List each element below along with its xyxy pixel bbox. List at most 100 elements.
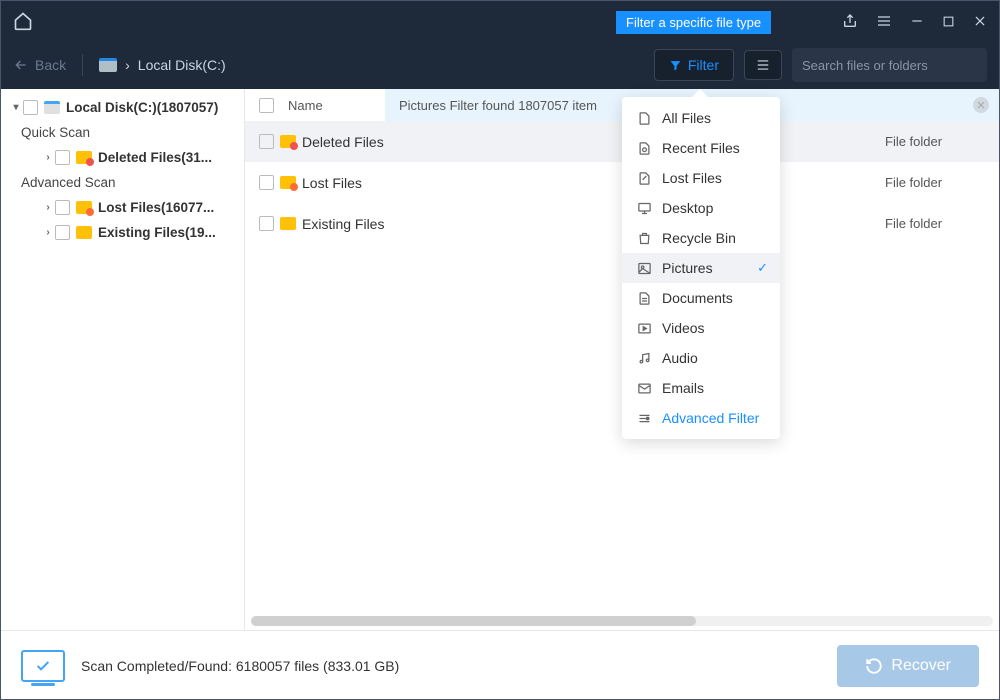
filter-option-all-files[interactable]: All Files bbox=[622, 103, 780, 133]
checkbox[interactable] bbox=[55, 200, 70, 215]
tree-item-existing[interactable]: › Existing Files(19... bbox=[1, 220, 244, 245]
row-name-label: Lost Files bbox=[302, 175, 362, 191]
row-type-label: File folder bbox=[885, 134, 985, 149]
scan-status-text: Scan Completed/Found: 6180057 files (833… bbox=[81, 658, 399, 674]
filter-option-pictures[interactable]: Pictures ✓ bbox=[622, 253, 780, 283]
tree-item-deleted[interactable]: › Deleted Files(31... bbox=[1, 145, 244, 170]
folder-icon bbox=[76, 151, 92, 164]
filter-option-label: Recent Files bbox=[662, 140, 740, 156]
row-type-label: File folder bbox=[885, 175, 985, 190]
checkbox[interactable] bbox=[55, 225, 70, 240]
desktop-icon bbox=[636, 201, 652, 216]
tree-label: Existing Files(19... bbox=[98, 225, 216, 240]
file-icon bbox=[636, 111, 652, 126]
email-icon bbox=[636, 381, 652, 396]
filter-option-audio[interactable]: Audio bbox=[622, 343, 780, 373]
filter-option-label: Lost Files bbox=[662, 170, 722, 186]
disk-icon bbox=[99, 58, 117, 72]
scrollbar-thumb[interactable] bbox=[251, 616, 696, 626]
advanced-filter-link[interactable]: Advanced Filter bbox=[622, 403, 780, 433]
search-input[interactable] bbox=[802, 58, 978, 73]
main-pane: ▾ Local Disk(C:)(1807057) Quick Scan › D… bbox=[1, 89, 999, 630]
back-label: Back bbox=[35, 57, 66, 73]
checkbox[interactable] bbox=[259, 216, 274, 231]
folder-icon bbox=[76, 226, 92, 239]
video-icon bbox=[636, 321, 652, 336]
sidebar: ▾ Local Disk(C:)(1807057) Quick Scan › D… bbox=[1, 89, 245, 630]
chevron-right-icon[interactable]: › bbox=[41, 227, 55, 238]
filter-button[interactable]: Filter bbox=[654, 49, 734, 81]
filter-label: Filter bbox=[688, 57, 719, 73]
checkbox[interactable] bbox=[259, 175, 274, 190]
audio-icon bbox=[636, 351, 652, 366]
home-icon[interactable] bbox=[13, 11, 33, 31]
checkbox[interactable] bbox=[23, 100, 38, 115]
breadcrumb-sep: › bbox=[125, 57, 130, 73]
lost-icon bbox=[636, 171, 652, 186]
recover-label: Recover bbox=[891, 657, 951, 675]
filter-option-label: Recycle Bin bbox=[662, 230, 736, 246]
folder-icon bbox=[280, 135, 296, 148]
filter-option-videos[interactable]: Videos bbox=[622, 313, 780, 343]
doc-icon bbox=[636, 291, 652, 306]
filter-option-recent-files[interactable]: Recent Files bbox=[622, 133, 780, 163]
footer: Scan Completed/Found: 6180057 files (833… bbox=[1, 630, 999, 700]
check-icon: ✓ bbox=[757, 260, 768, 276]
filter-tooltip: Filter a specific file type bbox=[616, 11, 771, 34]
chevron-down-icon[interactable]: ▾ bbox=[9, 102, 23, 113]
back-button[interactable]: Back bbox=[13, 57, 66, 73]
chevron-right-icon[interactable]: › bbox=[41, 152, 55, 163]
row-name-label: Deleted Files bbox=[302, 134, 384, 150]
filter-option-label: Emails bbox=[662, 380, 704, 396]
filter-option-label: Audio bbox=[662, 350, 698, 366]
tree-root-label: Local Disk(C:)(1807057) bbox=[66, 100, 218, 115]
recover-icon bbox=[865, 657, 883, 675]
tree-label: Deleted Files(31... bbox=[98, 150, 212, 165]
titlebar: Filter a specific file type bbox=[1, 1, 999, 41]
breadcrumb-location: Local Disk(C:) bbox=[138, 57, 226, 73]
search-box[interactable] bbox=[792, 48, 987, 82]
chevron-right-icon[interactable]: › bbox=[41, 202, 55, 213]
filter-option-desktop[interactable]: Desktop bbox=[622, 193, 780, 223]
filter-option-label: All Files bbox=[662, 110, 711, 126]
picture-icon bbox=[636, 261, 652, 276]
tree-item-lost[interactable]: › Lost Files(16077... bbox=[1, 195, 244, 220]
tree-section-quick[interactable]: Quick Scan bbox=[1, 120, 244, 145]
minimize-icon[interactable] bbox=[910, 14, 924, 28]
share-icon[interactable] bbox=[842, 13, 858, 29]
disk-icon bbox=[44, 101, 60, 114]
tree-root[interactable]: ▾ Local Disk(C:)(1807057) bbox=[1, 95, 244, 120]
dropdown-arrow bbox=[692, 89, 708, 97]
filter-option-label: Pictures bbox=[662, 260, 713, 276]
checkbox[interactable] bbox=[259, 134, 274, 149]
filter-option-documents[interactable]: Documents bbox=[622, 283, 780, 313]
filter-option-label: Documents bbox=[662, 290, 733, 306]
maximize-icon[interactable] bbox=[942, 15, 955, 28]
advanced-filter-label: Advanced Filter bbox=[662, 410, 759, 426]
breadcrumb[interactable]: › Local Disk(C:) bbox=[99, 57, 226, 73]
filter-option-recycle-bin[interactable]: Recycle Bin bbox=[622, 223, 780, 253]
row-name-label: Existing Files bbox=[302, 216, 384, 232]
folder-icon bbox=[76, 201, 92, 214]
close-icon[interactable] bbox=[973, 14, 987, 28]
nav-separator bbox=[82, 54, 83, 76]
clock-icon bbox=[636, 141, 652, 156]
navbar: Back › Local Disk(C:) Filter bbox=[1, 41, 999, 89]
tree-label: Lost Files(16077... bbox=[98, 200, 214, 215]
sliders-icon bbox=[636, 411, 652, 426]
row-type-label: File folder bbox=[885, 216, 985, 231]
recycle-icon bbox=[636, 231, 652, 246]
filter-option-lost-files[interactable]: Lost Files bbox=[622, 163, 780, 193]
filter-option-emails[interactable]: Emails bbox=[622, 373, 780, 403]
scan-complete-icon bbox=[21, 650, 65, 682]
recover-button[interactable]: Recover bbox=[837, 645, 979, 687]
filter-option-label: Desktop bbox=[662, 200, 713, 216]
tree-section-advanced[interactable]: Advanced Scan bbox=[1, 170, 244, 195]
checkbox[interactable] bbox=[55, 150, 70, 165]
close-icon[interactable]: ✕ bbox=[973, 97, 989, 113]
menu-icon[interactable] bbox=[876, 13, 892, 29]
select-all-checkbox[interactable] bbox=[259, 98, 274, 113]
column-name[interactable]: Name bbox=[288, 98, 323, 113]
horizontal-scrollbar[interactable] bbox=[251, 616, 993, 626]
view-toggle-button[interactable] bbox=[744, 50, 782, 80]
